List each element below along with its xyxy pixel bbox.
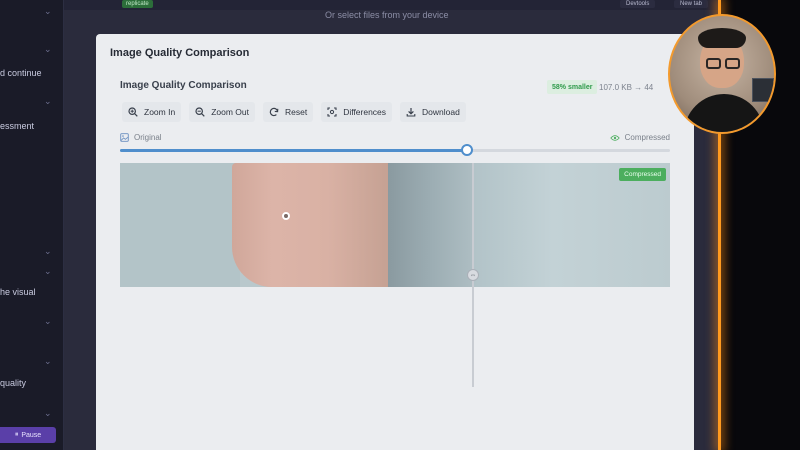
image-background [120,163,240,287]
download-button[interactable]: Download [400,102,466,122]
monitor-shape [752,78,774,102]
toolbar: Zoom In Zoom Out Reset Differences Downl… [122,102,466,122]
pause-button[interactable]: ⏸ Pause [0,427,56,443]
chevron-down-icon[interactable]: ⌄ [44,96,52,107]
chevron-down-icon[interactable]: ⌄ [44,408,52,419]
zoom-in-button[interactable]: Zoom In [122,102,182,122]
pause-icon: ⏸ [14,431,19,438]
chevron-down-icon[interactable]: ⌄ [44,246,52,257]
upload-hint: Or select files from your device [325,10,449,20]
sidebar-item-label[interactable]: d continue [0,68,42,78]
differences-label: Differences [343,107,387,117]
zoom-in-label: Zoom In [144,107,176,117]
sidebar: ⌄ ⌄ d continue ⌄ essment ⌄ ⌄ he visual ⌄… [0,0,64,450]
chevron-down-icon[interactable]: ⌄ [44,6,52,17]
divider-handle-icon[interactable]: ⇔ [467,269,479,281]
image-icon [120,133,129,142]
sidebar-item-label[interactable]: he visual [0,287,36,297]
scan-icon [327,107,337,117]
comparison-image[interactable]: Compressed [120,163,670,287]
slider-thumb[interactable] [460,144,473,156]
download-label: Download [422,107,460,117]
top-bar: replicate Devtools New tab [64,0,720,10]
zoom-out-icon [195,107,205,117]
compressed-label-text: Compressed [624,133,670,142]
chevron-down-icon[interactable]: ⌄ [44,316,52,327]
differences-button[interactable]: Differences [321,102,393,122]
slider-fill [120,149,467,152]
sidebar-item-label[interactable]: essment [0,121,34,131]
comparison-title: Image Quality Comparison [120,80,247,91]
new-tab-button[interactable]: New tab [674,0,709,8]
repo-tag[interactable]: replicate [122,0,153,8]
presenter-hair [698,28,746,48]
original-label-text: Original [134,133,162,142]
image-shadow [388,163,474,287]
zoom-out-button[interactable]: Zoom Out [189,102,255,122]
glasses-lens [706,58,721,69]
compressed-label: Compressed [609,133,670,142]
refresh-icon [269,107,279,117]
image-subject [232,163,392,287]
compressed-badge: Compressed [619,168,666,181]
devtools-button[interactable]: Devtools [620,0,656,8]
comparison-modal: Image Quality Comparison Image Quality C… [96,34,694,450]
zoom-out-label: Zoom Out [211,107,249,117]
webcam-overlay [668,14,776,134]
zoom-in-icon [128,107,138,117]
savings-badge: 58% smaller [547,80,598,94]
pause-label: Pause [21,431,42,439]
reset-button[interactable]: Reset [262,102,314,122]
eye-icon [609,134,620,141]
reset-label: Reset [284,107,308,117]
mouse-cursor [282,212,290,220]
sidebar-item-label[interactable]: quality [0,378,26,388]
comparison-slider[interactable] [120,144,670,156]
download-icon [406,108,416,117]
file-size-text: 107.0 KB → 44 [599,82,654,92]
modal-title: Image Quality Comparison [110,47,250,59]
original-label: Original [120,133,162,142]
chevron-down-icon[interactable]: ⌄ [44,44,52,55]
glasses-lens [725,58,740,69]
chevron-down-icon[interactable]: ⌄ [44,266,52,277]
image-background [474,163,670,287]
chevron-down-icon[interactable]: ⌄ [44,356,52,367]
